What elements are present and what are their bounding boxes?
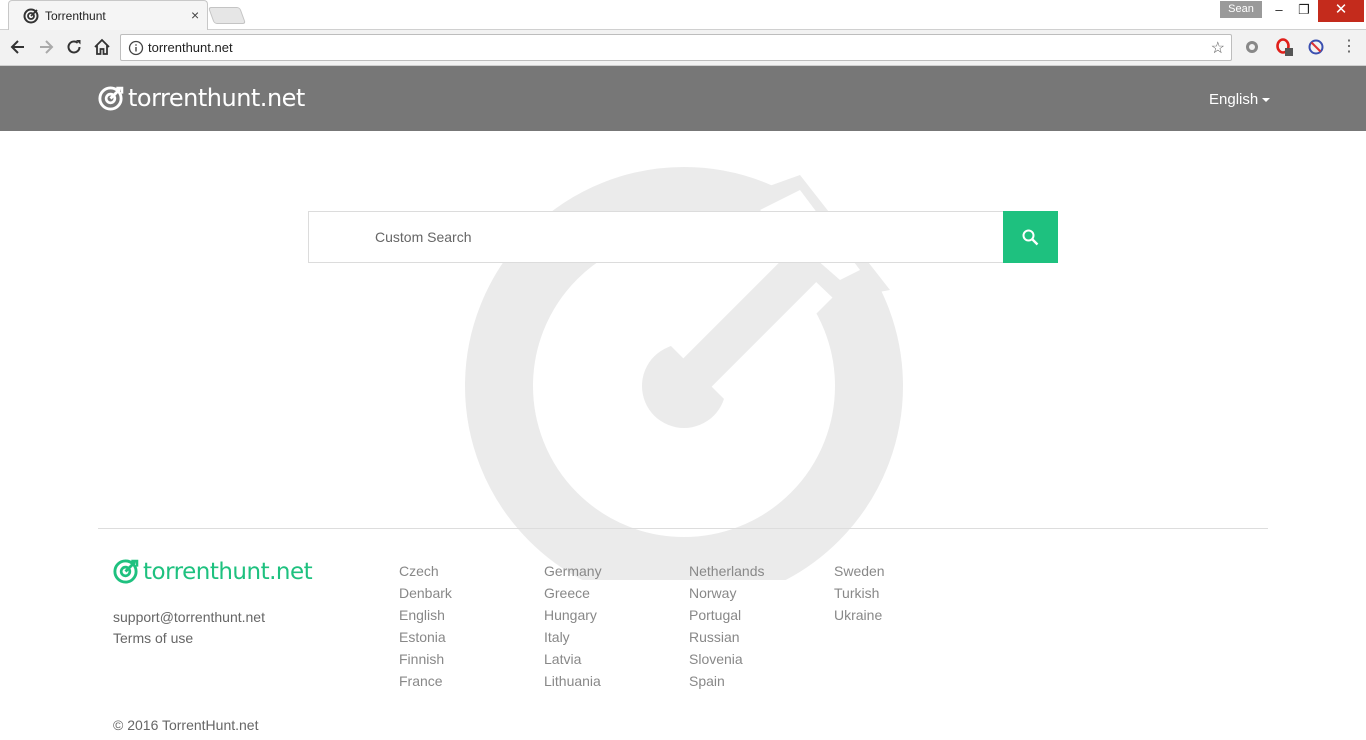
language-link[interactable]: Netherlands [689, 562, 765, 584]
language-link[interactable]: Spain [689, 672, 765, 694]
search-icon [1022, 229, 1039, 246]
language-link[interactable]: Turkish [834, 584, 885, 606]
restore-button[interactable]: ❐ [1290, 0, 1318, 22]
header-logo-text: torrenthunt.net [128, 84, 305, 112]
reload-icon[interactable] [64, 37, 84, 57]
settings-extension-icon[interactable] [1243, 38, 1261, 56]
language-column-1: Czech Denbark English Estonia Finnish Fr… [399, 562, 452, 694]
language-link[interactable]: Ukraine [834, 606, 885, 628]
forward-arrow-icon[interactable] [36, 37, 56, 57]
footer-logo[interactable]: torrenthunt.net [112, 558, 313, 585]
terms-of-use-link[interactable]: Terms of use [113, 630, 193, 646]
language-link[interactable]: Lithuania [544, 672, 602, 694]
search-button[interactable] [1003, 211, 1058, 263]
language-label: English [1209, 91, 1259, 108]
home-icon[interactable] [92, 37, 112, 57]
language-link[interactable]: Greece [544, 584, 602, 606]
url-text[interactable]: torrenthunt.net [148, 40, 233, 55]
language-link[interactable]: Denbark [399, 584, 452, 606]
browser-tab[interactable]: Torrenthunt × [8, 0, 208, 30]
bookmark-star-icon[interactable]: ☆ [1211, 38, 1225, 58]
close-window-button[interactable]: ✕ [1318, 0, 1364, 22]
new-tab-button[interactable] [207, 7, 247, 24]
browser-toolbar: torrenthunt.net ☆ ⋮ [0, 30, 1366, 66]
tab-close-icon[interactable]: × [191, 7, 199, 23]
language-link[interactable]: Estonia [399, 628, 452, 650]
target-logo-icon [113, 559, 139, 584]
browser-titlebar: Torrenthunt × Sean – ❐ ✕ [0, 0, 1366, 30]
language-link[interactable]: France [399, 672, 452, 694]
opera-extension-icon[interactable] [1275, 38, 1293, 56]
language-column-4: Sweden Turkish Ukraine [834, 562, 885, 628]
language-link[interactable]: Russian [689, 628, 765, 650]
back-arrow-icon[interactable] [8, 37, 28, 57]
address-bar[interactable]: torrenthunt.net ☆ [120, 34, 1232, 61]
language-link[interactable]: Italy [544, 628, 602, 650]
footer-logo-text: torrenthunt.net [143, 558, 313, 585]
browser-menu-icon[interactable]: ⋮ [1340, 38, 1358, 56]
block-extension-icon[interactable] [1307, 38, 1325, 56]
support-email-link[interactable]: support@torrenthunt.net [113, 609, 265, 625]
language-link[interactable]: English [399, 606, 452, 628]
caret-down-icon [1262, 98, 1271, 103]
tab-title: Torrenthunt [45, 9, 106, 23]
language-link[interactable]: Portugal [689, 606, 765, 628]
profile-button[interactable]: Sean [1220, 1, 1262, 18]
language-link[interactable]: Czech [399, 562, 452, 584]
copyright-text: © 2016 TorrentHunt.net [113, 717, 259, 733]
language-link[interactable]: Hungary [544, 606, 602, 628]
search-input[interactable] [375, 212, 975, 262]
language-column-3: Netherlands Norway Portugal Russian Slov… [689, 562, 765, 694]
footer-divider [98, 528, 1268, 529]
language-dropdown[interactable]: English [1209, 91, 1271, 108]
header-logo[interactable]: torrenthunt.net [97, 84, 305, 112]
target-logo-icon [98, 85, 124, 111]
language-link[interactable]: Germany [544, 562, 602, 584]
info-icon[interactable] [128, 40, 144, 56]
search-box [308, 211, 1004, 263]
language-column-2: Germany Greece Hungary Italy Latvia Lith… [544, 562, 602, 694]
language-link[interactable]: Slovenia [689, 650, 765, 672]
language-link[interactable]: Latvia [544, 650, 602, 672]
language-link[interactable]: Finnish [399, 650, 452, 672]
torrenthunt-favicon-icon [23, 8, 39, 24]
language-link[interactable]: Sweden [834, 562, 885, 584]
minimize-button[interactable]: – [1265, 0, 1293, 22]
language-link[interactable]: Norway [689, 584, 765, 606]
